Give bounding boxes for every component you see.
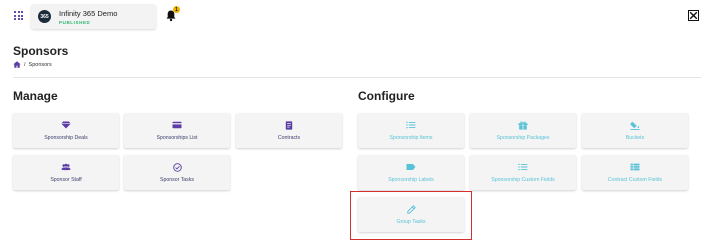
tile-label: Sponsorships List <box>156 134 198 141</box>
tile-label: Sponsorship Items <box>389 134 433 141</box>
tile-label: Sponsorship Packages <box>496 134 550 141</box>
diamond-icon <box>61 121 71 130</box>
table-icon <box>630 163 640 172</box>
tile-label: Contracts <box>277 134 301 141</box>
app-grid-icon[interactable] <box>14 11 23 20</box>
tile-label: Sponsor Staff <box>50 176 82 183</box>
tile-sponsor-tasks[interactable]: Sponsor Tasks <box>124 155 230 190</box>
tile-buckets[interactable]: Buckets <box>582 113 688 148</box>
tile-contract-custom-fields[interactable]: Contract Custom Fields <box>582 155 688 190</box>
configure-section-title: Configure <box>358 89 415 103</box>
staff-icon <box>61 163 71 172</box>
tile-label: Sponsor Tasks <box>160 176 194 183</box>
tile-sponsorship-packages[interactable]: Sponsorship Packages <box>470 113 576 148</box>
tile-contracts[interactable]: Contracts <box>236 113 342 148</box>
package-icon <box>518 121 528 130</box>
breadcrumb: / Sponsors <box>13 61 52 68</box>
highlight-box <box>350 191 472 240</box>
breadcrumb-current: Sponsors <box>28 61 52 68</box>
page-title: Sponsors <box>13 44 69 58</box>
tile-label: Sponsorship Custom Fields <box>491 176 555 183</box>
tile-label: Sponsorship Deals <box>44 134 88 141</box>
home-icon[interactable] <box>13 61 21 68</box>
notification-count-badge: 1 <box>173 6 180 13</box>
card-icon <box>172 121 182 130</box>
contract-icon <box>284 120 294 130</box>
top-bar: 365 Infinity 365 Demo PUBLISHED 1 <box>0 0 705 30</box>
app-selector[interactable]: 365 Infinity 365 Demo PUBLISHED <box>31 4 156 29</box>
tile-sponsorship-deals[interactable]: Sponsorship Deals <box>13 113 119 148</box>
check-circle-icon <box>172 162 182 172</box>
tile-sponsor-staff[interactable]: Sponsor Staff <box>13 155 119 190</box>
tile-sponsorship-custom-fields[interactable]: Sponsorship Custom Fields <box>470 155 576 190</box>
tile-sponsorship-labels[interactable]: Sponsorship Labels <box>358 155 464 190</box>
breadcrumb-separator: / <box>24 61 26 68</box>
bucket-icon <box>630 121 640 130</box>
tile-sponsorship-items[interactable]: Sponsorship Items <box>358 113 464 148</box>
manage-section-title: Manage <box>13 89 58 103</box>
list-icon <box>406 121 416 130</box>
tile-label: Sponsorship Labels <box>388 176 434 183</box>
close-button[interactable] <box>688 10 699 21</box>
list-icon <box>518 163 528 172</box>
tile-sponsorships-list[interactable]: Sponsorships List <box>124 113 230 148</box>
tile-label: Contract Custom Fields <box>607 176 663 183</box>
app-status-badge: PUBLISHED <box>59 20 91 25</box>
label-icon <box>406 163 416 172</box>
app-logo: 365 <box>38 10 51 23</box>
divider <box>13 77 701 78</box>
close-icon <box>689 11 698 20</box>
app-name: Infinity 365 Demo <box>59 9 118 18</box>
tile-label: Buckets <box>625 134 645 141</box>
